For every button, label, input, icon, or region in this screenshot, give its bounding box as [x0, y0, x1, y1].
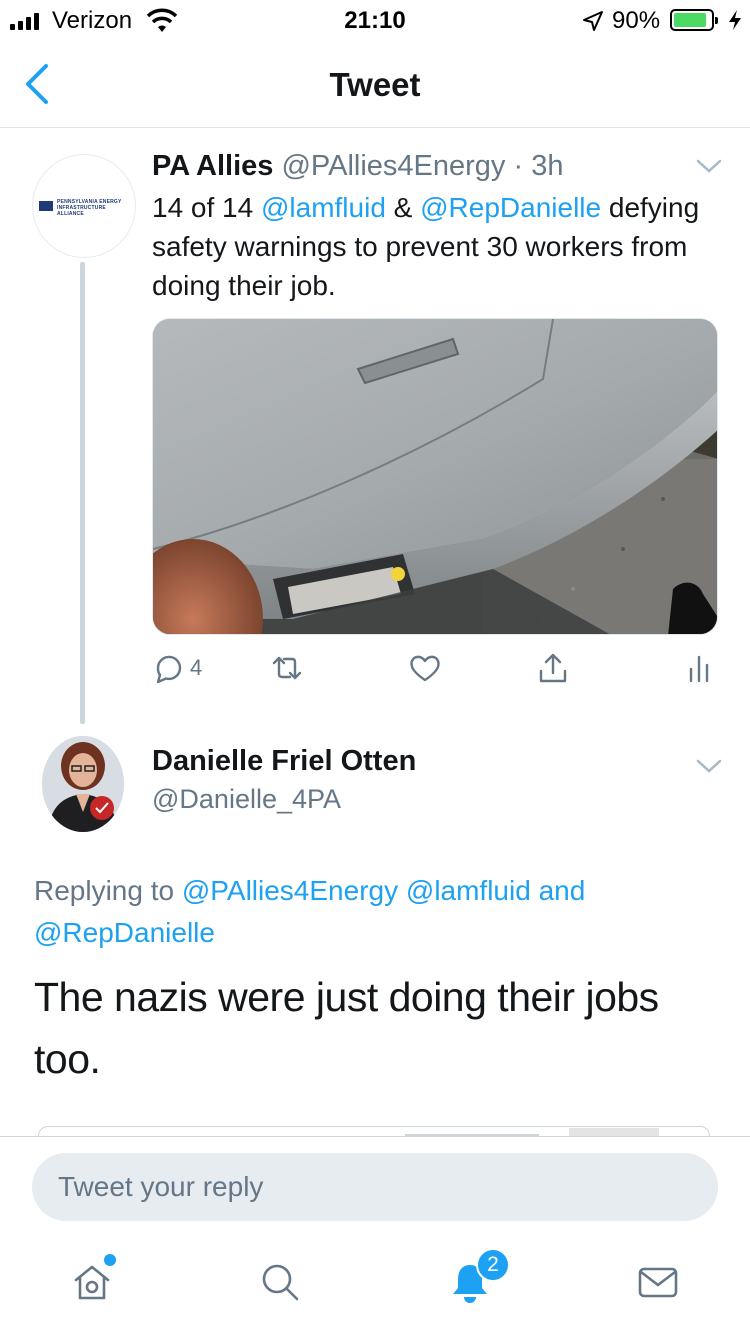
profile-photo	[42, 736, 124, 832]
heart-icon	[410, 655, 440, 682]
retweet-button[interactable]	[270, 650, 304, 686]
analytics-icon	[689, 655, 709, 683]
mention-link[interactable]: @RepDanielle	[34, 917, 215, 948]
mention-link[interactable]: @RepDanielle	[420, 192, 601, 223]
reply-bar	[0, 1136, 750, 1240]
tweet1-text-amp: &	[385, 192, 421, 223]
tweet1-author-name[interactable]: PA Allies	[152, 150, 273, 182]
tab-bar: 2	[0, 1240, 750, 1334]
share-icon	[539, 653, 567, 683]
mention-link[interactable]: @PAllies4Energy	[182, 875, 398, 906]
reply-count: 4	[190, 655, 203, 680]
share-button[interactable]	[536, 650, 570, 686]
battery-icon	[670, 9, 718, 31]
thread-line	[80, 262, 85, 724]
tweet1-time: · 3h	[513, 150, 564, 182]
tweet2-author-handle[interactable]: @Danielle_4PA	[152, 784, 341, 815]
mention-link[interactable]: @lamfluid	[261, 192, 386, 223]
tweet1-author-handle[interactable]: @PAllies4Energy	[281, 150, 505, 182]
pa-logo-icon	[39, 201, 53, 211]
reply-button[interactable]: 4	[152, 650, 202, 686]
avatar-pa-allies[interactable]: PENNSYLVANIA ENERGY INFRASTRUCTURE ALLIA…	[32, 154, 136, 258]
like-button[interactable]	[408, 650, 442, 686]
chevron-down-icon[interactable]	[696, 758, 722, 774]
tweet-reply-input[interactable]	[32, 1153, 718, 1221]
tweet1-actions: 4	[152, 650, 718, 690]
tweet1-text: 14 of 14 @lamfluid & @RepDanielle defyin…	[152, 188, 712, 305]
nav-bar: Tweet	[0, 40, 750, 128]
home-icon[interactable]	[70, 1260, 114, 1304]
chevron-down-icon[interactable]	[696, 158, 722, 174]
page-title: Tweet	[329, 66, 421, 103]
car-bumper-photo	[153, 319, 717, 634]
replying-prefix: Replying to	[34, 875, 182, 906]
battery-percent: 90%	[612, 7, 661, 34]
tweet1-photo[interactable]	[152, 318, 718, 635]
replying-and[interactable]: and	[531, 875, 586, 906]
search-icon[interactable]	[258, 1260, 302, 1304]
avatar-logo-text: PENNSYLVANIA ENERGY INFRASTRUCTURE ALLIA…	[57, 199, 122, 217]
analytics-button[interactable]	[682, 650, 716, 686]
tweet2-text: The nazis were just doing their jobs too…	[34, 974, 659, 1082]
reply-icon	[156, 655, 182, 684]
tweet1-header: PA Allies @PAllies4Energy · 3h	[152, 150, 563, 183]
status-bar: Verizon 21:10 90%	[0, 0, 750, 40]
messages-icon[interactable]	[636, 1260, 680, 1304]
retweet-icon	[272, 656, 302, 680]
mention-link[interactable]: @lamfluid	[406, 875, 531, 906]
notifications-badge: 2	[476, 1248, 510, 1282]
avatar-danielle[interactable]	[42, 736, 124, 832]
location-icon	[583, 11, 603, 31]
new-tweets-dot	[104, 1254, 116, 1266]
charging-bolt-icon	[729, 10, 741, 30]
tweet2-author-name[interactable]: Danielle Friel Otten	[152, 745, 416, 778]
tweet1-text-prefix: 14 of 14	[152, 192, 261, 223]
replying-to: Replying to @PAllies4Energy @lamfluid an…	[34, 870, 714, 954]
